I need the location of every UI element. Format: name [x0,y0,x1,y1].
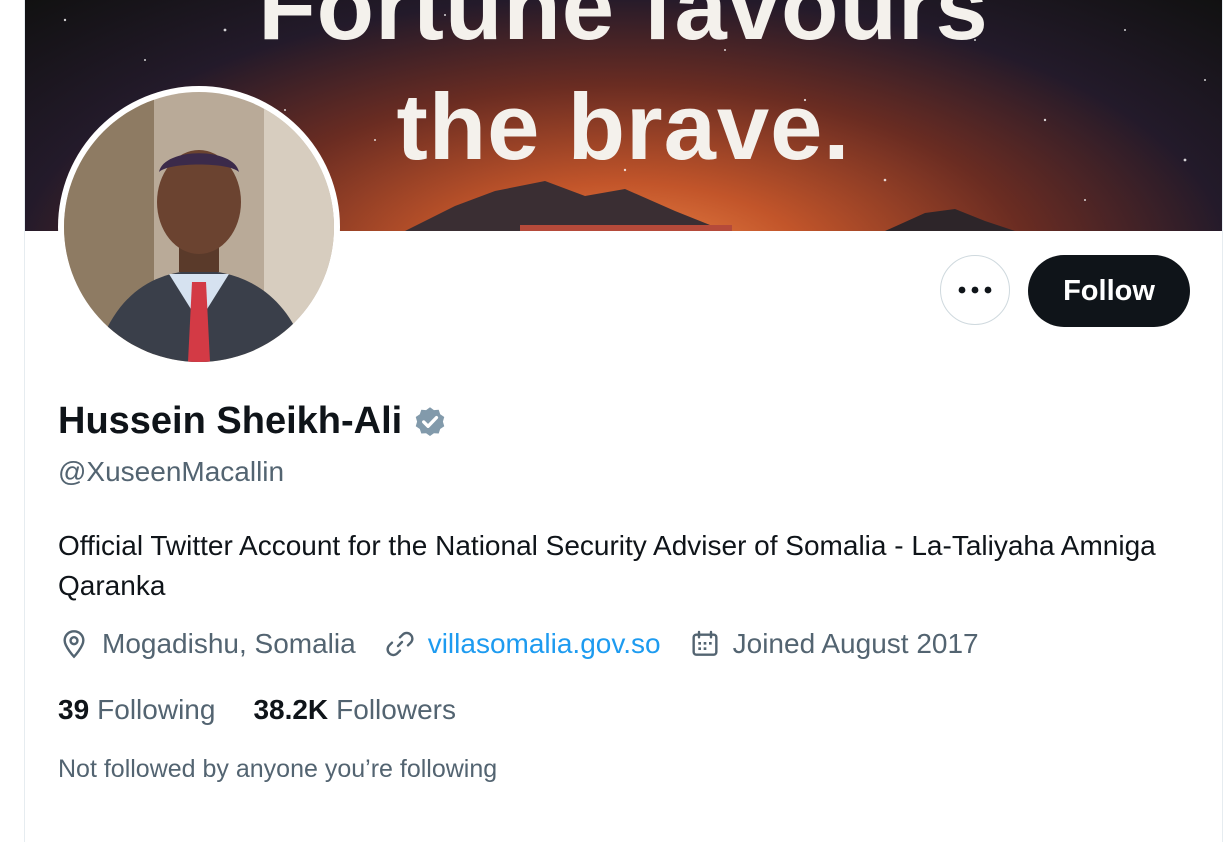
joined-text: Joined August 2017 [732,628,979,659]
profile-meta: Mogadishu, Somalia villasomalia.gov.so J… [58,628,1007,660]
more-options-button[interactable] [940,255,1010,325]
followers-count: 38.2K [253,694,329,725]
profile-page: Fortune favours the brave. Follow Hussei… [24,0,1223,842]
calendar-icon [692,630,718,656]
verified-badge-icon[interactable] [412,405,448,441]
following-label: Following [97,694,216,725]
following-link[interactable]: 39 Following [58,694,215,726]
social-context-text: Not followed by anyone you’re following [58,755,498,783]
follow-counts: 39 Following 38.2K Followers [58,694,494,726]
location-item: Mogadishu, Somalia [58,628,356,660]
website-item: villasomalia.gov.so [384,628,661,660]
location-pin-icon [63,630,85,659]
profile-name: Hussein Sheikh-Ali [58,400,403,442]
follow-button[interactable]: Follow [1028,255,1190,327]
website-link[interactable]: villasomalia.gov.so [428,628,661,660]
following-count: 39 [58,694,90,725]
more-icon [958,286,992,294]
profile-name-row: Hussein Sheikh-Ali [58,400,448,443]
profile-handle: @XuseenMacallin [58,456,285,487]
link-icon [386,631,414,657]
banner-text-line-1: Fortune favours [258,0,989,59]
profile-bio: Official Twitter Account for the Nationa… [58,530,1156,601]
followers-label: Followers [336,694,456,725]
profile-avatar[interactable] [58,86,340,368]
followers-link[interactable]: 38.2K Followers [253,694,456,726]
location-text: Mogadishu, Somalia [102,628,356,659]
joined-item: Joined August 2017 [689,628,979,660]
avatar-photo [64,92,334,362]
